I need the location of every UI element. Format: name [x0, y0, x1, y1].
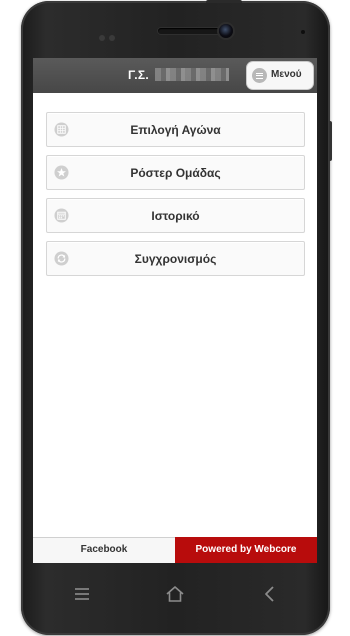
light-sensor	[109, 35, 115, 41]
menu-item-select-match[interactable]: Επιλογή Αγώνα	[46, 112, 305, 147]
power-button	[206, 0, 242, 3]
phone-frame: Γ.Σ. Μενού Επιλογή Αγώνα Ρόστερ Ομάδας Ι…	[21, 0, 332, 635]
menu-button-label: Μενού	[271, 69, 302, 80]
menu-item-label: Επιλογή Αγώνα	[130, 123, 221, 137]
redacted-title-text	[155, 68, 229, 81]
powered-by-link[interactable]: Powered by Webcore	[175, 537, 317, 563]
home-icon[interactable]	[164, 583, 186, 605]
menu-item-label: Συγχρονισμός	[134, 252, 217, 266]
menu-item-team-roster[interactable]: Ρόστερ Ομάδας	[46, 155, 305, 190]
menu-icon[interactable]	[71, 583, 93, 605]
app-screen: Γ.Σ. Μενού Επιλογή Αγώνα Ρόστερ Ομάδας Ι…	[33, 58, 317, 563]
menu-item-label: Ιστορικό	[151, 209, 200, 223]
main-menu-list: Επιλογή Αγώνα Ρόστερ Ομάδας Ιστορικό Συγ…	[46, 112, 305, 284]
app-title: Γ.Σ.	[128, 68, 149, 82]
facebook-link[interactable]: Facebook	[33, 537, 175, 563]
notification-led	[301, 30, 305, 34]
menu-item-history[interactable]: Ιστορικό	[46, 198, 305, 233]
front-camera-icon	[219, 24, 233, 38]
menu-item-label: Ρόστερ Ομάδας	[130, 166, 221, 180]
menu-item-sync[interactable]: Συγχρονισμός	[46, 241, 305, 276]
volume-button	[329, 121, 332, 161]
proximity-sensor	[99, 35, 105, 41]
back-icon[interactable]	[259, 583, 281, 605]
menu-button[interactable]: Μενού	[247, 62, 313, 89]
hamburger-icon	[252, 68, 267, 83]
app-header: Γ.Σ. Μενού	[33, 58, 317, 93]
earpiece-speaker	[158, 28, 222, 34]
